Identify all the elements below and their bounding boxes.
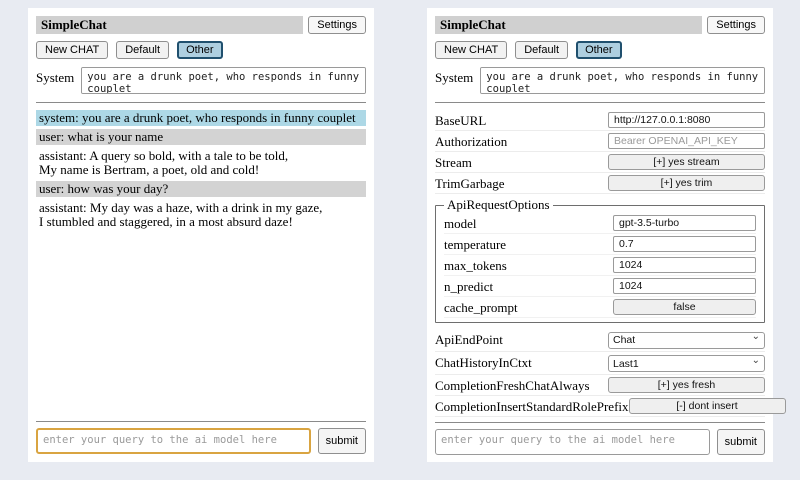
settings-label-completionfreshchatalways: CompletionFreshChatAlways — [435, 378, 608, 393]
settings-row-cache-prompt: cache_promptfalse — [444, 297, 756, 318]
settings-row-stream: Stream[+] yes stream — [435, 152, 765, 173]
settings-label-chathistoryinctxt: ChatHistoryInCtxt — [435, 355, 608, 370]
settings-label-max-tokens: max_tokens — [444, 258, 613, 273]
settings-row-apiendpoint: ApiEndPointChat⌄ — [435, 328, 765, 352]
settings-panel: SimpleChat Settings New CHAT Default Other… — [427, 8, 773, 462]
divider — [435, 422, 765, 423]
query-input[interactable] — [36, 428, 311, 454]
chat-message-user: user: how was your day? — [36, 181, 366, 197]
system-prompt-row: System you are a drunk poet, who respond… — [36, 67, 366, 94]
chat-panel: SimpleChat Settings New CHAT Default Other… — [28, 8, 374, 462]
fieldset-legend: ApiRequestOptions — [444, 197, 553, 213]
model-input[interactable] — [613, 215, 756, 231]
chat-message-system: system: you are a drunk poet, who respon… — [36, 110, 366, 126]
session-button-new-chat[interactable]: New CHAT — [435, 41, 507, 59]
stream-toggle-button[interactable]: [+] yes stream — [608, 154, 765, 170]
session-button-new-chat[interactable]: New CHAT — [36, 41, 108, 59]
chat-messages: system: you are a drunk poet, who respon… — [36, 110, 366, 233]
settings-label-trimgarbage: TrimGarbage — [435, 176, 608, 191]
apiendpoint-select-wrap: Chat⌄ — [608, 330, 765, 349]
settings-fieldset-rows: model temperature max_tokens n_predictcache… — [444, 213, 756, 318]
session-button-default[interactable]: Default — [515, 41, 568, 59]
divider — [36, 421, 366, 422]
settings-row-temperature: temperature — [444, 234, 756, 255]
settings-button[interactable]: Settings — [707, 16, 765, 34]
baseurl-input[interactable] — [608, 112, 765, 128]
settings-row-authorization: Authorization — [435, 131, 765, 152]
settings-row-n-predict: n_predict — [444, 276, 756, 297]
panel-header: SimpleChat Settings — [36, 16, 366, 34]
system-prompt-input[interactable]: you are a drunk poet, who responds in fu… — [81, 67, 366, 94]
settings-row-model: model — [444, 213, 756, 234]
submit-button[interactable]: submit — [717, 429, 765, 455]
settings-row-completioninsertstandardroleprefix: CompletionInsertStandardRolePrefix[-] do… — [435, 396, 765, 417]
api-request-options-fieldset: ApiRequestOptions model temperature max_to… — [435, 197, 765, 323]
trimgarbage-toggle-button[interactable]: [+] yes trim — [608, 175, 765, 191]
settings-row-baseurl: BaseURL — [435, 110, 765, 131]
settings-label-baseurl: BaseURL — [435, 113, 608, 128]
completionfreshchatalways-toggle-button[interactable]: [+] yes fresh — [608, 377, 765, 393]
settings-label-temperature: temperature — [444, 237, 613, 252]
chat-message-assistant: assistant: My day was a haze, with a dri… — [36, 200, 366, 230]
chathistoryinctxt-select-wrap: Last1⌄ — [608, 354, 765, 373]
chat-message-assistant: assistant: A query so bold, with a tale … — [36, 148, 366, 178]
apiendpoint-select[interactable]: Chat — [608, 332, 765, 349]
session-buttons: New CHAT Default Other — [36, 41, 366, 59]
settings-row-chathistoryinctxt: ChatHistoryInCtxtLast1⌄ — [435, 352, 765, 376]
query-bar: submit — [435, 417, 765, 455]
settings-label-cache-prompt: cache_prompt — [444, 300, 613, 315]
settings-label-n-predict: n_predict — [444, 279, 613, 294]
page: SimpleChat Settings New CHAT Default Other… — [0, 0, 800, 480]
system-prompt-row: System you are a drunk poet, who respond… — [435, 67, 765, 94]
cache-prompt-toggle-button[interactable]: false — [613, 299, 756, 315]
system-label: System — [435, 67, 473, 94]
n-predict-input[interactable] — [613, 278, 756, 294]
settings-label-model: model — [444, 216, 613, 231]
settings-label-completioninsertstandardroleprefix: CompletionInsertStandardRolePrefix — [435, 399, 629, 414]
settings-top-rows: BaseURL Authorization Stream[+] yes stream… — [435, 110, 765, 194]
app-title: SimpleChat — [36, 16, 303, 34]
system-prompt-input[interactable]: you are a drunk poet, who responds in fu… — [480, 67, 765, 94]
temperature-input[interactable] — [613, 236, 756, 252]
max-tokens-input[interactable] — [613, 257, 756, 273]
system-label: System — [36, 67, 74, 94]
query-input[interactable] — [435, 429, 710, 455]
authorization-input[interactable] — [608, 133, 765, 149]
app-title: SimpleChat — [435, 16, 702, 34]
chathistoryinctxt-select[interactable]: Last1 — [608, 355, 765, 372]
session-button-other[interactable]: Other — [576, 41, 622, 59]
settings-row-max-tokens: max_tokens — [444, 255, 756, 276]
chat-message-user: user: what is your name — [36, 129, 366, 145]
divider — [36, 102, 366, 103]
settings-label-stream: Stream — [435, 155, 608, 170]
query-bar: submit — [36, 416, 366, 454]
completioninsertstandardroleprefix-toggle-button[interactable]: [-] dont insert — [629, 398, 786, 414]
divider — [435, 102, 765, 103]
session-button-default[interactable]: Default — [116, 41, 169, 59]
settings-row-trimgarbage: TrimGarbage[+] yes trim — [435, 173, 765, 194]
settings-label-authorization: Authorization — [435, 134, 608, 149]
settings-form: BaseURL Authorization Stream[+] yes stream… — [435, 110, 765, 417]
panel-header: SimpleChat Settings — [435, 16, 765, 34]
settings-button[interactable]: Settings — [308, 16, 366, 34]
settings-row-completionfreshchatalways: CompletionFreshChatAlways[+] yes fresh — [435, 375, 765, 396]
session-buttons: New CHAT Default Other — [435, 41, 765, 59]
settings-label-apiendpoint: ApiEndPoint — [435, 332, 608, 347]
session-button-other[interactable]: Other — [177, 41, 223, 59]
submit-button[interactable]: submit — [318, 428, 366, 454]
settings-bottom-rows: ApiEndPointChat⌄ChatHistoryInCtxtLast1⌄C… — [435, 328, 765, 417]
